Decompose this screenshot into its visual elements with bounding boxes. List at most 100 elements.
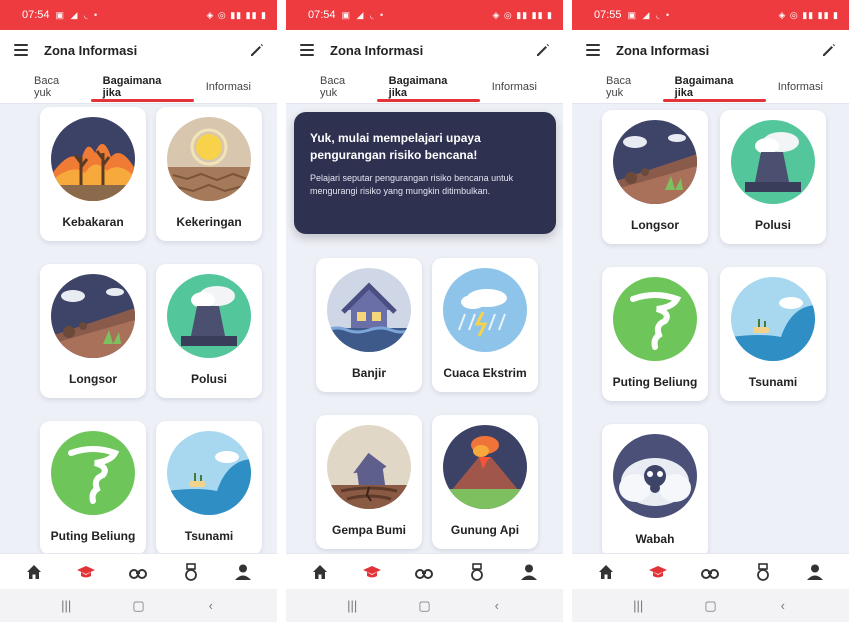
bottom-nav xyxy=(0,553,277,589)
tab-bar: Baca yuk Bagaimana jika Informasi xyxy=(0,70,277,104)
pollution-illustration xyxy=(731,120,815,204)
card-wabah[interactable]: Wabah xyxy=(602,424,708,558)
card-puting-beliung[interactable]: Puting Beliung xyxy=(40,421,146,555)
menu-icon[interactable] xyxy=(300,43,318,57)
card-polusi[interactable]: Polusi xyxy=(720,110,826,244)
tab-baca-yuk[interactable]: Baca yuk xyxy=(594,70,663,104)
status-time: 07:55 xyxy=(594,9,622,21)
card-label: Longsor xyxy=(631,218,679,232)
card-label: Cuaca Ekstrim xyxy=(443,366,527,380)
card-label: Polusi xyxy=(190,372,227,386)
edit-icon[interactable] xyxy=(821,42,837,58)
card-banjir[interactable]: Banjir xyxy=(316,258,422,392)
notification-icons: ▣ ◢ ◟ • xyxy=(627,9,672,20)
app-bar: Zona Informasi xyxy=(572,30,849,70)
menu-icon[interactable] xyxy=(14,43,32,57)
nav-learn[interactable] xyxy=(68,554,104,590)
nav-profile[interactable] xyxy=(225,554,261,590)
tab-bar: Baca yuk Bagaimana jika Informasi xyxy=(286,70,563,104)
back-icon[interactable]: ‹ xyxy=(768,598,798,613)
card-polusi[interactable]: Polusi xyxy=(156,264,262,398)
card-label: Gunung Api xyxy=(450,523,520,537)
recent-apps-icon[interactable]: ||| xyxy=(51,598,81,613)
card-puting-beliung[interactable]: Puting Beliung xyxy=(602,267,708,401)
tornado-illustration xyxy=(613,277,697,361)
phone-screen-3: 07:55 ▣ ◢ ◟ • ◈ ◎ ▮▮ ▮▮ ▮ Zona Informasi… xyxy=(572,0,849,622)
tornado-illustration xyxy=(51,431,135,515)
card-tsunami[interactable]: Tsunami xyxy=(720,267,826,401)
app-bar: Zona Informasi xyxy=(286,30,563,70)
nav-explore[interactable] xyxy=(406,554,442,590)
onboarding-tooltip[interactable]: Yuk, mulai mempelajari upaya pengurangan… xyxy=(294,112,556,234)
nav-badges[interactable] xyxy=(459,554,495,590)
medal-icon xyxy=(756,562,769,581)
system-status-icons: ◈ ◎ ▮▮ ▮▮ ▮ xyxy=(492,9,553,20)
notification-icons: ▣ ◢ ◟ • xyxy=(55,9,100,20)
card-gempa-bumi[interactable]: Gempa Bumi xyxy=(316,415,422,549)
tab-bagaimana-jika[interactable]: Bagaimana jika xyxy=(90,70,194,104)
tab-baca-yuk[interactable]: Baca yuk xyxy=(308,70,377,104)
card-longsor[interactable]: Longsor xyxy=(602,110,708,244)
flood-illustration xyxy=(327,268,411,352)
menu-icon[interactable] xyxy=(586,43,604,57)
nav-badges[interactable] xyxy=(745,554,781,590)
system-nav-bar: ||| ▢ ‹ xyxy=(286,589,563,622)
tab-informasi[interactable]: Informasi xyxy=(480,70,549,104)
nav-home[interactable] xyxy=(302,554,338,590)
volcano-illustration xyxy=(443,425,527,509)
app-title: Zona Informasi xyxy=(330,42,424,58)
bottom-nav xyxy=(572,553,849,589)
home-button-icon[interactable]: ▢ xyxy=(695,598,725,614)
system-status-icons: ◈ ◎ ▮▮ ▮▮ ▮ xyxy=(206,9,267,20)
tooltip-body: Pelajari seputar pengurangan risiko benc… xyxy=(310,173,514,196)
medal-icon xyxy=(184,562,197,581)
card-label: Longsor xyxy=(69,372,117,386)
nav-explore[interactable] xyxy=(692,554,728,590)
tab-bagaimana-jika[interactable]: Bagaimana jika xyxy=(376,70,480,104)
binoculars-icon xyxy=(129,568,148,579)
card-label: Kebakaran xyxy=(62,215,124,229)
system-status-icons: ◈ ◎ ▮▮ ▮▮ ▮ xyxy=(778,9,839,20)
back-icon[interactable]: ‹ xyxy=(196,598,226,613)
recent-apps-icon[interactable]: ||| xyxy=(337,598,367,613)
nav-home[interactable] xyxy=(16,554,52,590)
notification-icons: ▣ ◢ ◟ • xyxy=(341,9,386,20)
nav-badges[interactable] xyxy=(173,554,209,590)
nav-profile[interactable] xyxy=(797,554,833,590)
recent-apps-icon[interactable]: ||| xyxy=(623,598,653,613)
nav-learn[interactable] xyxy=(640,554,676,590)
system-nav-bar: ||| ▢ ‹ xyxy=(0,589,277,622)
earthquake-illustration xyxy=(327,425,411,509)
graduation-cap-icon xyxy=(363,565,382,577)
nav-home[interactable] xyxy=(588,554,624,590)
home-button-icon[interactable]: ▢ xyxy=(123,598,153,614)
edit-icon[interactable] xyxy=(249,42,265,58)
pollution-illustration xyxy=(167,274,251,358)
back-icon[interactable]: ‹ xyxy=(482,598,512,613)
status-time: 07:54 xyxy=(22,9,50,21)
card-longsor[interactable]: Longsor xyxy=(40,264,146,398)
profile-icon xyxy=(520,564,537,580)
card-gunung-api[interactable]: Gunung Api xyxy=(432,415,538,549)
tab-bagaimana-jika[interactable]: Bagaimana jika xyxy=(662,70,766,104)
tab-bar: Baca yuk Bagaimana jika Informasi xyxy=(572,70,849,104)
tab-informasi[interactable]: Informasi xyxy=(194,70,263,104)
card-label: Gempa Bumi xyxy=(331,523,406,537)
tab-baca-yuk[interactable]: Baca yuk xyxy=(22,70,91,104)
card-label: Banjir xyxy=(351,366,386,380)
home-button-icon[interactable]: ▢ xyxy=(409,598,439,614)
landslide-illustration xyxy=(51,274,135,358)
card-cuaca-ekstrim[interactable]: Cuaca Ekstrim xyxy=(432,258,538,392)
nav-profile[interactable] xyxy=(511,554,547,590)
profile-icon xyxy=(806,564,823,580)
card-tsunami[interactable]: Tsunami xyxy=(156,421,262,555)
card-kekeringan[interactable]: Kekeringan xyxy=(156,107,262,241)
graduation-cap-icon xyxy=(77,565,96,577)
nav-explore[interactable] xyxy=(120,554,156,590)
card-label: Puting Beliung xyxy=(50,529,136,543)
card-kebakaran[interactable]: Kebakaran xyxy=(40,107,146,241)
nav-learn[interactable] xyxy=(354,554,390,590)
edit-icon[interactable] xyxy=(535,42,551,58)
tab-informasi[interactable]: Informasi xyxy=(766,70,835,104)
profile-icon xyxy=(234,564,251,580)
